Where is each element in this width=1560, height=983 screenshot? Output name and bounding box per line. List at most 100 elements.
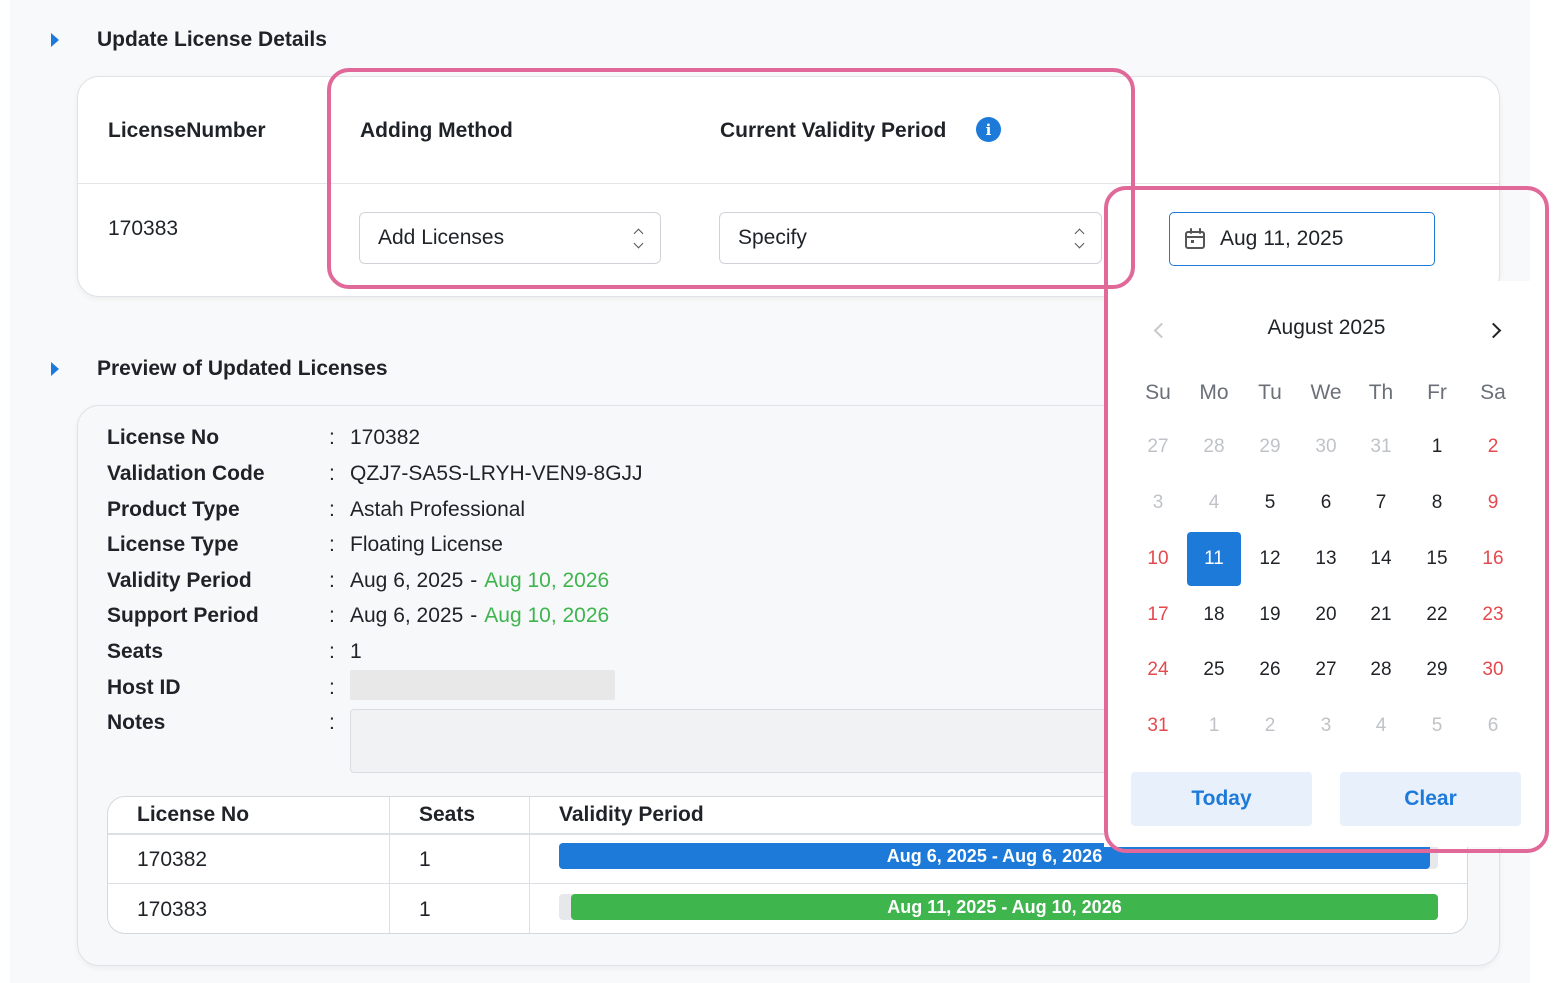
date-input[interactable]: Aug 11, 2025	[1169, 212, 1435, 266]
calendar-day[interactable]: 6	[1466, 699, 1520, 753]
calendar-day[interactable]: 23	[1466, 588, 1520, 642]
calendar-day[interactable]: 4	[1354, 699, 1408, 753]
detail-label-seats: Seats	[107, 640, 164, 663]
select-arrows-icon	[1074, 228, 1085, 248]
expand-triangle-icon[interactable]	[51, 362, 59, 376]
table-header-license-no: License No	[137, 803, 250, 826]
calendar-month-label: August 2025	[1267, 316, 1386, 339]
adding-method-select[interactable]: Add Licenses	[359, 212, 661, 264]
calendar-day[interactable]: 31	[1131, 699, 1185, 753]
calendar-day[interactable]: 20	[1299, 588, 1353, 642]
detail-colon: :	[329, 604, 335, 627]
table-header-seats: Seats	[419, 803, 476, 826]
calendar-day[interactable]: 2	[1466, 420, 1520, 474]
validity-period-selected: Specify	[738, 226, 807, 249]
expand-triangle-icon[interactable]	[51, 33, 59, 47]
table-row-seats: 1	[419, 898, 431, 921]
calendar-day[interactable]: 1	[1187, 699, 1241, 753]
calendar-day[interactable]: 28	[1354, 643, 1408, 697]
calendar-day[interactable]: 30	[1299, 420, 1353, 474]
calendar-day[interactable]: 10	[1131, 532, 1185, 586]
notes-field	[350, 709, 1130, 773]
table-row-license-no: 170382	[137, 848, 208, 871]
calendar-day[interactable]: 15	[1410, 532, 1464, 586]
table-row-divider	[108, 883, 1467, 884]
calendar-day[interactable]: 3	[1299, 699, 1353, 753]
preview-section-title: Preview of Updated Licenses	[97, 357, 388, 380]
detail-label-validity-period: Validity Period	[107, 569, 252, 592]
calendar-day[interactable]: 25	[1187, 643, 1241, 697]
calendar-icon	[1184, 227, 1208, 251]
detail-value-license-no: 170382	[350, 426, 421, 449]
calendar-day[interactable]: 14	[1354, 532, 1408, 586]
calendar-day[interactable]: 24	[1131, 643, 1185, 697]
detail-colon: :	[329, 462, 335, 485]
calendar-day[interactable]: 21	[1354, 588, 1408, 642]
calendar-day[interactable]: 18	[1187, 588, 1241, 642]
calendar-day[interactable]: 13	[1299, 532, 1353, 586]
detail-value-license-type: Floating License	[350, 533, 503, 556]
period-dash: -	[470, 604, 478, 627]
calendar-day[interactable]: 28	[1187, 420, 1241, 474]
adding-method-selected: Add Licenses	[378, 226, 505, 249]
calendar-day[interactable]: 12	[1243, 532, 1297, 586]
table-row-seats: 1	[419, 848, 431, 871]
select-arrows-icon	[633, 228, 644, 248]
detail-value-seats: 1	[350, 640, 362, 663]
detail-label-notes: Notes	[107, 711, 166, 734]
detail-label-license-no: License No	[107, 426, 220, 449]
calendar-day[interactable]: 29	[1410, 643, 1464, 697]
calendar-day[interactable]: 29	[1243, 420, 1297, 474]
table-col-divider	[389, 797, 390, 933]
calendar-day[interactable]: 26	[1243, 643, 1297, 697]
detail-label-host-id: Host ID	[107, 676, 181, 699]
detail-label-license-type: License Type	[107, 533, 239, 556]
calendar-day[interactable]: 4	[1187, 476, 1241, 530]
period-dash: -	[470, 569, 478, 592]
detail-colon: :	[329, 640, 335, 663]
detail-colon: :	[329, 676, 335, 699]
calendar-day[interactable]: 17	[1131, 588, 1185, 642]
info-icon[interactable]: i	[976, 117, 1001, 142]
detail-label-product-type: Product Type	[107, 498, 240, 521]
period-end: Aug 10, 2026	[484, 569, 610, 592]
clear-button[interactable]: Clear	[1340, 772, 1521, 826]
weekday-label: Su	[1145, 381, 1171, 404]
period-end: Aug 10, 2026	[484, 604, 610, 627]
calendar-day[interactable]: 5	[1410, 699, 1464, 753]
calendar-day[interactable]: 30	[1466, 643, 1520, 697]
weekday-label: Sa	[1480, 381, 1506, 404]
calendar-day[interactable]: 8	[1410, 476, 1464, 530]
calendar-day[interactable]: 3	[1131, 476, 1185, 530]
calendar-day[interactable]: 31	[1354, 420, 1408, 474]
weekday-label: Fr	[1427, 381, 1447, 404]
calendar-day[interactable]: 27	[1131, 420, 1185, 474]
detail-colon: :	[329, 426, 335, 449]
row-divider	[78, 183, 1499, 184]
detail-colon: :	[329, 498, 335, 521]
current-validity-header: Current Validity Period	[720, 119, 947, 142]
license-number-header: LicenseNumber	[108, 119, 266, 142]
calendar-day[interactable]: 9	[1466, 476, 1520, 530]
calendar-day[interactable]: 5	[1243, 476, 1297, 530]
calendar-day[interactable]: 19	[1243, 588, 1297, 642]
detail-colon: :	[329, 533, 335, 556]
calendar-day[interactable]: 2	[1243, 699, 1297, 753]
calendar-day[interactable]: 16	[1466, 532, 1520, 586]
calendar-day[interactable]: 1	[1410, 420, 1464, 474]
detail-label-validation-code: Validation Code	[107, 462, 265, 485]
today-button[interactable]: Today	[1131, 772, 1312, 826]
validity-period-select[interactable]: Specify	[719, 212, 1102, 264]
calendar-day[interactable]: 6	[1299, 476, 1353, 530]
calendar-day[interactable]: 7	[1354, 476, 1408, 530]
table-row-license-no: 170383	[137, 898, 208, 921]
update-section-title: Update License Details	[97, 28, 327, 51]
calendar-day[interactable]: 22	[1410, 588, 1464, 642]
weekday-label: Mo	[1199, 381, 1229, 404]
calendar-day[interactable]: 11	[1187, 532, 1241, 586]
weekday-label: We	[1310, 381, 1342, 404]
table-col-divider	[529, 797, 530, 933]
detail-value-validity-period: Aug 6, 2025- Aug 10, 2026	[350, 569, 609, 593]
host-id-field	[350, 670, 615, 700]
calendar-day[interactable]: 27	[1299, 643, 1353, 697]
